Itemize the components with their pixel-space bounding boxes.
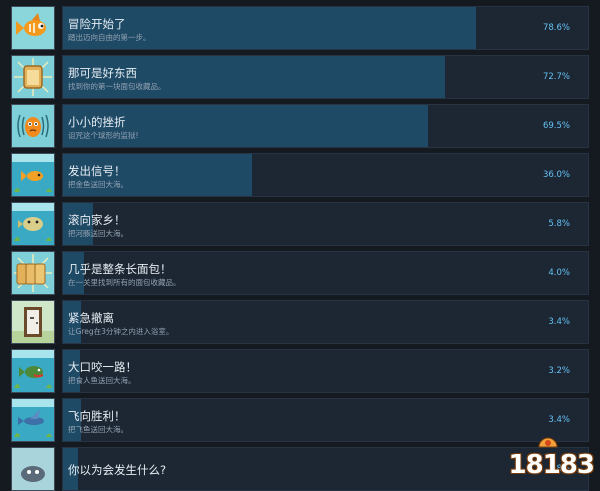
bread-loaf-icon bbox=[11, 251, 55, 295]
progress-bar: 滚向家乡！ 把河豚送回大海。 5.8% bbox=[62, 202, 589, 246]
progress-bar: 冒险开始了 踏出迈向自由的第一步。 78.6% bbox=[62, 6, 589, 50]
progress-bar: 紧急撤离 让Greg在3分钟之内进入浴室。 3.4% bbox=[62, 300, 589, 344]
achievement-description: 把食人鱼送回大海。 bbox=[68, 376, 136, 385]
achievement-title: 大口咬一路！ bbox=[68, 360, 137, 374]
achievement-description: 把河豚送回大海。 bbox=[68, 229, 128, 238]
achievement-row[interactable]: 飞向胜利！ 把飞鱼送回大海。 3.4% bbox=[11, 398, 589, 442]
achievement-title: 冒险开始了 bbox=[68, 17, 126, 31]
achievement-row[interactable]: 滚向家乡！ 把河豚送回大海。 5.8% bbox=[11, 202, 589, 246]
fish-underwater-icon bbox=[11, 153, 55, 197]
progress-bar: 发出信号！ 把金鱼送回大海。 36.0% bbox=[62, 153, 589, 197]
achievement-percent: 3.2% bbox=[548, 366, 570, 376]
achievement-title: 你以为会发生什么? bbox=[68, 463, 167, 477]
achievement-description: 诅咒这个球形的监狱! bbox=[68, 131, 139, 140]
achievement-row[interactable]: 发出信号！ 把金鱼送回大海。 36.0% bbox=[11, 153, 589, 197]
achievement-row[interactable]: 几乎是整条长面包！ 在一关里找到所有的面包收藏品。 4.0% bbox=[11, 251, 589, 295]
progress-bar: 大口咬一路！ 把食人鱼送回大海。 3.2% bbox=[62, 349, 589, 393]
achievement-list: 冒险开始了 踏出迈向自由的第一步。 78.6% 那可是好东西 找到你的第一块面包… bbox=[0, 0, 600, 491]
achievement-description: 踏出迈向自由的第一步。 bbox=[68, 33, 151, 42]
achievement-percent: 78.6% bbox=[542, 23, 570, 33]
piranha-icon bbox=[11, 349, 55, 393]
achievement-percent: 3.4% bbox=[548, 415, 570, 425]
struggling-fish-icon bbox=[11, 104, 55, 148]
achievement-title: 小小的挫折 bbox=[68, 115, 126, 129]
achievement-title: 滚向家乡！ bbox=[68, 213, 126, 227]
watermark-logo: 18183 bbox=[508, 437, 595, 480]
mystery-icon bbox=[11, 447, 55, 491]
watermark-text: 18183 bbox=[508, 450, 595, 480]
achievement-percent: 5.8% bbox=[548, 219, 570, 229]
achievement-percent: 69.5% bbox=[542, 121, 570, 131]
achievement-title: 飞向胜利！ bbox=[68, 409, 126, 423]
achievement-row[interactable]: 小小的挫折 诅咒这个球形的监狱! 69.5% bbox=[11, 104, 589, 148]
door-icon bbox=[11, 300, 55, 344]
achievement-title: 几乎是整条长面包！ bbox=[68, 262, 172, 276]
progress-bar: 飞向胜利！ 把飞鱼送回大海。 3.4% bbox=[62, 398, 589, 442]
achievement-row[interactable]: 你以为会发生什么? 2.8% bbox=[11, 447, 589, 491]
progress-bar: 小小的挫折 诅咒这个球形的监狱! 69.5% bbox=[62, 104, 589, 148]
achievement-percent: 3.4% bbox=[548, 317, 570, 327]
sun-icon bbox=[538, 437, 558, 448]
pufferfish-icon bbox=[11, 202, 55, 246]
achievement-description: 把金鱼送回大海。 bbox=[68, 180, 128, 189]
achievement-title: 紧急撤离 bbox=[68, 311, 114, 325]
achievement-description: 找到你的第一块面包收藏品。 bbox=[68, 82, 166, 91]
achievement-description: 让Greg在3分钟之内进入浴室。 bbox=[68, 327, 174, 336]
toast-icon bbox=[11, 55, 55, 99]
achievement-title: 那可是好东西 bbox=[68, 66, 137, 80]
achievement-percent: 4.0% bbox=[548, 268, 570, 278]
flying-fish-icon bbox=[11, 398, 55, 442]
fish-icon bbox=[11, 6, 55, 50]
progress-bar: 几乎是整条长面包！ 在一关里找到所有的面包收藏品。 4.0% bbox=[62, 251, 589, 295]
achievement-row[interactable]: 大口咬一路！ 把食人鱼送回大海。 3.2% bbox=[11, 349, 589, 393]
achievement-description: 在一关里找到所有的面包收藏品。 bbox=[68, 278, 181, 287]
achievement-title: 发出信号！ bbox=[68, 164, 126, 178]
achievement-row[interactable]: 紧急撤离 让Greg在3分钟之内进入浴室。 3.4% bbox=[11, 300, 589, 344]
achievement-row[interactable]: 那可是好东西 找到你的第一块面包收藏品。 72.7% bbox=[11, 55, 589, 99]
achievement-row[interactable]: 冒险开始了 踏出迈向自由的第一步。 78.6% bbox=[11, 6, 589, 50]
achievement-description: 把飞鱼送回大海。 bbox=[68, 425, 128, 434]
achievement-percent: 36.0% bbox=[542, 170, 570, 180]
progress-bar: 那可是好东西 找到你的第一块面包收藏品。 72.7% bbox=[62, 55, 589, 99]
achievement-percent: 72.7% bbox=[542, 72, 570, 82]
